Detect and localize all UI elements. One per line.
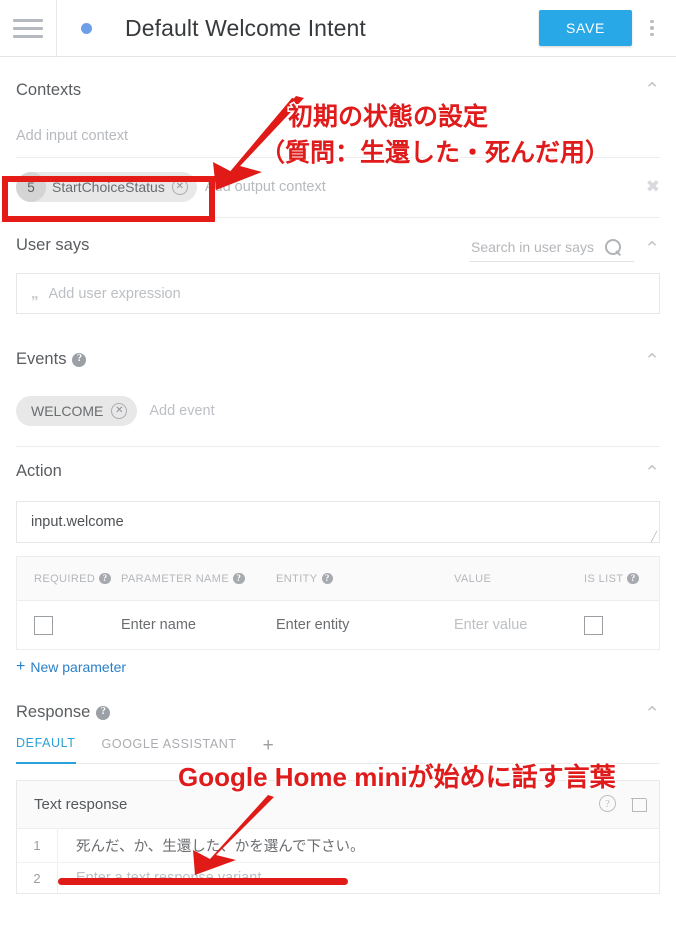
cell-value[interactable]: Enter value [454,617,584,633]
action-title: Action [16,462,62,480]
add-user-expression-placeholder: Add user expression [48,285,181,302]
response-collapse-chevron-up-icon[interactable] [644,705,660,724]
col-is-list: IS LIST ? [584,573,659,585]
action-section: Action input.welcome REQUIRED ? PARAMETE… [0,462,676,675]
header-divider [56,0,57,57]
text-response-actions: ? [599,795,647,812]
events-help-icon[interactable]: ? [72,352,87,367]
user-says-title: User says [16,236,90,254]
events-collapse-chevron-up-icon[interactable] [644,352,660,371]
save-button[interactable]: SAVE [539,10,632,46]
action-collapse-chevron-up-icon[interactable] [644,464,660,483]
col-entity-label: ENTITY [276,572,318,585]
tab-default[interactable]: DEFAULT [16,736,76,764]
contexts-collapse-chevron-up-icon[interactable] [644,81,660,100]
response-line-placeholder[interactable]: Enter a text response variant [58,870,261,886]
parameters-table: REQUIRED ? PARAMETER NAME ? ENTITY ? VAL… [16,556,660,650]
response-line-number: 2 [17,863,58,893]
context-chip-startchoicestatus[interactable]: 5 StartChoiceStatus ✕ [16,172,197,202]
text-response-help-icon[interactable]: ? [599,795,616,812]
list-item[interactable]: 1 死んだ、か、生還した、かを選んで下さい。 [17,829,659,862]
app-header: Default Welcome Intent SAVE [0,0,676,57]
search-input[interactable] [469,238,604,256]
col-entity: ENTITY ? [276,573,454,585]
event-chip-welcome[interactable]: WELCOME ✕ [16,396,138,426]
add-user-expression-box[interactable]: „ Add user expression [16,273,660,314]
resize-grip-icon[interactable] [649,532,657,543]
text-response-card-header: Text response ? [17,781,659,829]
add-response-tab-plus-icon[interactable]: + [263,736,274,763]
col-parameter-name: PARAMETER NAME ? [121,573,276,585]
entity-help-icon[interactable]: ? [321,572,334,585]
text-response-title: Text response [34,796,128,813]
add-event-field[interactable]: Add event [149,403,214,419]
add-output-context-field[interactable]: Add output context [205,179,326,195]
col-required-label: REQUIRED [34,572,96,585]
quote-icon: „ [31,285,39,302]
col-value: VALUE [454,573,584,585]
events-row: WELCOME ✕ Add event [16,396,660,447]
parameters-table-header: REQUIRED ? PARAMETER NAME ? ENTITY ? VAL… [17,557,659,601]
output-context-row: 5 StartChoiceStatus ✕ Add output context… [16,158,660,218]
table-row: Enter name Enter entity Enter value [17,601,659,649]
event-chip-label: WELCOME [31,403,104,419]
cell-required [17,615,121,635]
user-says-section: User says „ Add user expression [0,236,676,314]
tab-google-assistant[interactable]: GOOGLE ASSISTANT [102,737,237,763]
event-chip-remove-icon[interactable]: ✕ [111,403,128,419]
events-title-label: Events [16,350,67,368]
plus-icon: + [16,658,26,675]
response-section: Response ? DEFAULT GOOGLE ASSISTANT + Te… [0,703,676,894]
page-title: Default Welcome Intent [125,14,366,41]
col-value-label: VALUE [454,572,492,585]
context-chip-remove-icon[interactable]: ✕ [171,179,188,195]
required-checkbox[interactable] [34,615,53,635]
required-help-icon[interactable]: ? [99,572,111,585]
events-section: Events ? WELCOME ✕ Add event [0,350,676,447]
response-line-text[interactable]: 死んだ、か、生還した、かを選んで下さい。 [58,835,365,856]
response-tabs: DEFAULT GOOGLE ASSISTANT + [16,736,660,764]
is-list-help-icon[interactable]: ? [627,572,639,585]
cell-entity[interactable]: Enter entity [276,617,454,633]
response-title-label: Response [16,703,91,721]
hamburger-icon[interactable] [0,18,56,38]
add-input-context-field[interactable]: Add input context [16,128,660,158]
new-parameter-button[interactable]: + New parameter [16,658,676,676]
response-line-number: 1 [17,829,58,862]
contexts-title: Contexts [16,81,82,99]
col-required: REQUIRED ? [17,573,121,585]
action-value: input.welcome [31,514,124,530]
response-help-icon[interactable]: ? [96,705,111,720]
more-options-icon[interactable] [642,16,662,40]
user-says-collapse-chevron-up-icon[interactable] [644,240,660,259]
context-chip-count: 5 [16,172,46,202]
clear-contexts-close-icon[interactable]: ✖ [646,177,660,197]
search-icon[interactable] [604,238,622,256]
col-parameter-name-label: PARAMETER NAME [121,572,230,585]
new-parameter-label: New parameter [30,659,127,675]
dialogflow-intent-editor: Default Welcome Intent SAVE Contexts Add… [0,0,676,926]
user-says-search[interactable] [469,238,634,262]
cell-parameter-name[interactable]: Enter name [121,617,276,633]
action-input[interactable]: input.welcome [16,501,660,543]
events-title: Events ? [16,350,660,369]
text-response-card: Text response ? 1 死んだ、か、生還した、かを選んで下さい。 2… [16,780,660,894]
contexts-section: Contexts Add input context 5 StartChoice… [0,57,676,218]
context-chip-label: StartChoiceStatus [52,179,165,195]
col-is-list-label: IS LIST [584,572,624,585]
is-list-checkbox[interactable] [584,615,603,635]
list-item[interactable]: 2 Enter a text response variant [17,862,659,893]
cell-is-list [584,615,659,635]
delete-icon[interactable] [631,796,647,812]
intent-status-dot-icon [81,22,92,34]
parameter-name-help-icon[interactable]: ? [233,572,245,585]
response-title: Response ? [16,703,660,722]
